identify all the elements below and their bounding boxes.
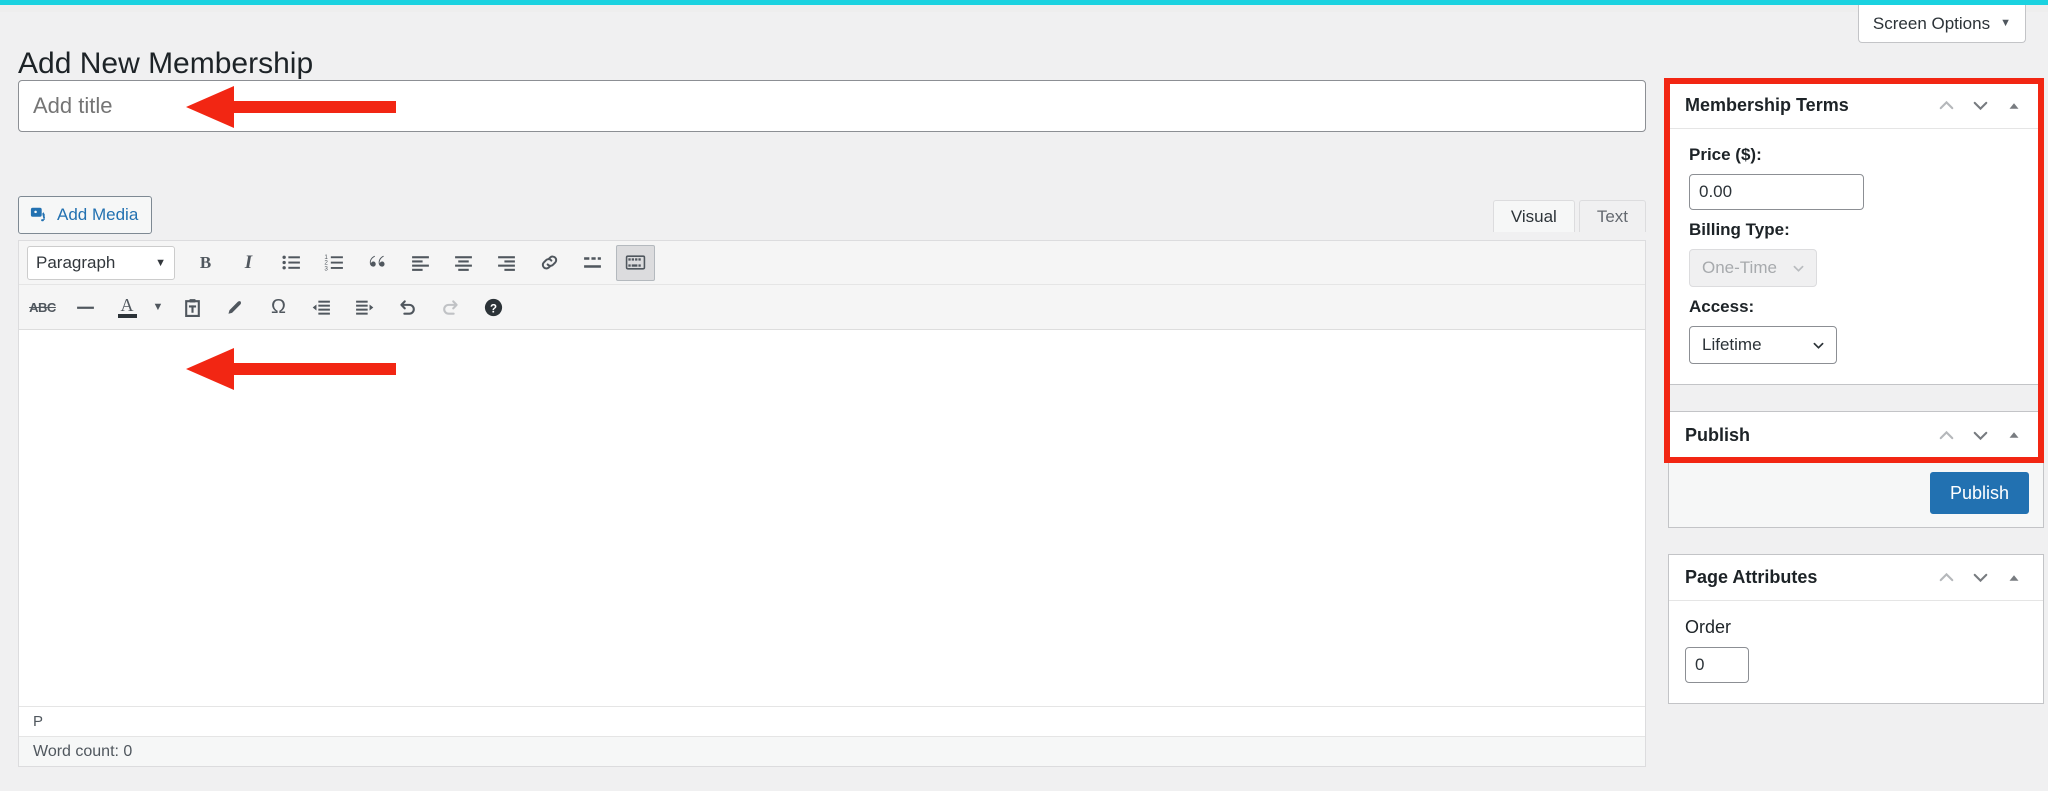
metabox-membership-terms: Membership Terms Price ($): Billing T bbox=[1668, 82, 2044, 385]
billing-type-value: One-Time bbox=[1702, 258, 1777, 277]
horizontal-line-icon[interactable] bbox=[66, 289, 105, 325]
metabox-controls bbox=[1931, 91, 2029, 121]
chevron-up-icon[interactable] bbox=[1931, 91, 1961, 121]
metabox-header: Publish bbox=[1669, 412, 2043, 458]
chevron-down-icon bbox=[1811, 338, 1826, 353]
outdent-icon[interactable] bbox=[302, 289, 341, 325]
toolbar-toggle-icon[interactable] bbox=[616, 244, 655, 281]
toggle-triangle-icon[interactable] bbox=[1999, 420, 2029, 450]
editor-content-area[interactable] bbox=[19, 330, 1645, 706]
publish-button[interactable]: Publish bbox=[1929, 472, 2029, 514]
metabox-title: Membership Terms bbox=[1685, 95, 1849, 115]
paragraph-format-select[interactable]: Paragraph ▼ bbox=[27, 245, 175, 280]
metabox-publish: Publish Publish bbox=[1668, 411, 2044, 528]
screen-options-button[interactable]: Screen Options ▼ bbox=[1857, 5, 2026, 43]
chevron-down-icon bbox=[1791, 261, 1806, 276]
access-select[interactable]: Lifetime bbox=[1689, 326, 1837, 364]
svg-text:?: ? bbox=[490, 303, 497, 315]
post-title-input[interactable] bbox=[18, 80, 1646, 132]
text-color-swatch bbox=[117, 313, 137, 318]
italic-icon[interactable]: I bbox=[229, 245, 268, 281]
tab-text[interactable]: Text bbox=[1578, 200, 1646, 232]
align-center-icon[interactable] bbox=[444, 245, 483, 281]
order-label: Order bbox=[1685, 617, 1732, 637]
text-color-letter: A bbox=[120, 294, 134, 315]
metabox-title: Publish bbox=[1685, 424, 1751, 445]
metabox-body: Order bbox=[1669, 601, 2043, 703]
metabox-title: Page Attributes bbox=[1685, 567, 1818, 587]
price-input[interactable] bbox=[1689, 174, 1864, 210]
clear-formatting-icon[interactable] bbox=[216, 289, 255, 325]
blockquote-icon[interactable] bbox=[358, 245, 397, 281]
editor-word-count: Word count: 0 bbox=[19, 736, 1645, 766]
content-editor: Paragraph ▼ B I 1 2 3 ABC A ▼ Ω ? P Word… bbox=[18, 240, 1646, 767]
chevron-down-icon[interactable] bbox=[1965, 91, 1995, 121]
chevron-down-icon: ▼ bbox=[155, 256, 166, 269]
toggle-triangle-icon[interactable] bbox=[1999, 91, 2029, 121]
text-color-caret-icon[interactable]: ▼ bbox=[147, 289, 169, 325]
chevron-down-icon[interactable] bbox=[1965, 420, 1995, 450]
chevron-up-icon[interactable] bbox=[1931, 420, 1961, 450]
billing-type-label: Billing Type: bbox=[1689, 220, 1790, 239]
editor-toolbar: Paragraph ▼ B I 1 2 3 ABC A ▼ Ω ? bbox=[19, 241, 1645, 330]
editor-column bbox=[18, 80, 1646, 132]
numbered-list-icon[interactable]: 1 2 3 bbox=[315, 245, 354, 281]
metabox-controls bbox=[1931, 420, 2029, 450]
toggle-triangle-icon[interactable] bbox=[1999, 563, 2029, 593]
metabox-header: Page Attributes bbox=[1669, 555, 2043, 601]
chevron-up-icon[interactable] bbox=[1931, 563, 1961, 593]
screen-options-label: Screen Options bbox=[1872, 13, 1991, 33]
editor-mode-tabs: Text Visual bbox=[1489, 198, 1646, 232]
media-icon bbox=[30, 206, 48, 224]
access-label: Access: bbox=[1689, 297, 1755, 316]
paragraph-format-value: Paragraph bbox=[36, 252, 116, 272]
tab-visual[interactable]: Visual bbox=[1492, 200, 1575, 232]
svg-text:3: 3 bbox=[324, 265, 328, 272]
billing-type-select[interactable]: One-Time bbox=[1689, 249, 1817, 287]
toolbar-row-2: ABC A ▼ Ω ? bbox=[19, 285, 1645, 329]
metabox-header: Membership Terms bbox=[1669, 83, 2043, 129]
add-media-label: Add Media bbox=[57, 205, 139, 224]
order-input[interactable] bbox=[1685, 647, 1749, 683]
add-media-button[interactable]: Add Media bbox=[18, 196, 153, 234]
page-title: Add New Membership bbox=[18, 47, 314, 81]
special-character-icon[interactable]: Ω bbox=[259, 289, 298, 325]
admin-page: Screen Options ▼ Add New Membership Add … bbox=[0, 0, 2048, 791]
align-right-icon[interactable] bbox=[487, 245, 526, 281]
access-value: Lifetime bbox=[1702, 335, 1762, 354]
text-color-icon[interactable]: A bbox=[109, 289, 145, 325]
title-input-wrap bbox=[18, 80, 1646, 132]
price-label: Price ($): bbox=[1689, 145, 1762, 164]
media-toolbar: Add Media Text Visual bbox=[18, 196, 1646, 238]
strikethrough-icon[interactable]: ABC bbox=[23, 289, 62, 325]
sidebar-column: Membership Terms Price ($): Billing T bbox=[1668, 82, 2044, 723]
chevron-down-icon[interactable] bbox=[1965, 563, 1995, 593]
admin-bar-shadow bbox=[0, 5, 2048, 12]
metabox-controls bbox=[1931, 563, 2029, 593]
metabox-page-attributes: Page Attributes Order bbox=[1668, 554, 2044, 704]
metabox-body: Price ($): Billing Type: One-Time Access… bbox=[1669, 129, 2043, 384]
bulleted-list-icon[interactable] bbox=[272, 245, 311, 281]
publish-actions: Publish bbox=[1669, 458, 2043, 527]
keyboard-shortcuts-icon[interactable]: ? bbox=[474, 289, 513, 325]
align-left-icon[interactable] bbox=[401, 245, 440, 281]
toolbar-row-1: Paragraph ▼ B I 1 2 3 bbox=[19, 241, 1645, 285]
insert-link-icon[interactable] bbox=[530, 245, 569, 281]
undo-icon[interactable] bbox=[388, 289, 427, 325]
read-more-icon[interactable] bbox=[573, 245, 612, 281]
indent-icon[interactable] bbox=[345, 289, 384, 325]
paste-as-text-icon[interactable] bbox=[173, 289, 212, 325]
editor-path-indicator: P bbox=[19, 706, 1645, 736]
bold-icon[interactable]: B bbox=[186, 245, 225, 281]
redo-icon[interactable] bbox=[431, 289, 470, 325]
chevron-down-icon: ▼ bbox=[2000, 17, 2011, 29]
